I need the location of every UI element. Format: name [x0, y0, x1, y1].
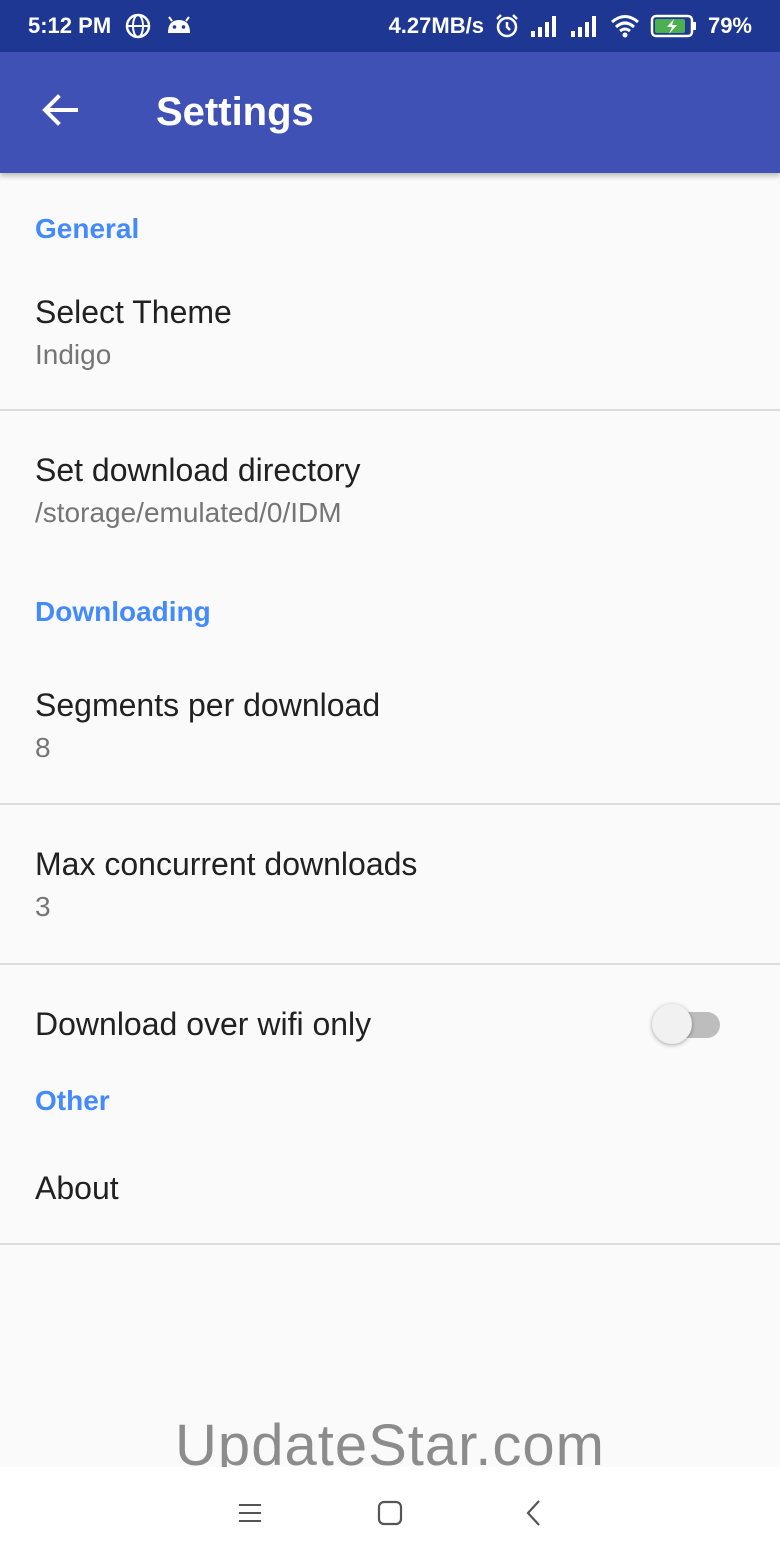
pref-title: Max concurrent downloads [35, 846, 418, 882]
wifi-only-switch[interactable] [652, 1002, 722, 1046]
status-time: 5:12 PM [28, 13, 112, 38]
home-button[interactable] [368, 1493, 412, 1537]
signal-icon [530, 14, 560, 38]
globe-icon [125, 13, 151, 39]
section-header-downloading: Downloading [35, 596, 211, 627]
wifi-icon [610, 14, 640, 38]
back-icon [524, 1499, 544, 1532]
signal-icon [570, 14, 600, 38]
net-speed: 4.27MB/s [388, 13, 484, 38]
home-icon [377, 1500, 403, 1531]
pref-title: About [35, 1170, 119, 1206]
pref-wifi-only[interactable]: Download over wifi only [0, 965, 780, 1085]
battery-charging-icon [650, 13, 698, 39]
section-header-general: General [35, 213, 140, 244]
pref-summary: 3 [35, 891, 51, 922]
pref-title: Segments per download [35, 687, 381, 723]
android-icon [165, 15, 193, 37]
battery-percent: 79% [707, 13, 752, 38]
pref-title: Download over wifi only [35, 1006, 372, 1042]
pref-title: Select Theme [35, 294, 232, 330]
nav-bar [0, 1467, 780, 1560]
pref-summary: Indigo [35, 339, 112, 370]
arrow-back-icon [40, 90, 80, 135]
status-bar: 5:12 PM 4.27MB/s 79% [0, 0, 780, 52]
pref-segments-per-download[interactable]: Segments per download 8 [0, 657, 780, 803]
page-title: Settings [156, 90, 314, 134]
pref-title: Set download directory [35, 452, 361, 488]
switch-thumb [652, 1004, 692, 1044]
app-bar: Settings [0, 52, 780, 173]
settings-list: General Select Theme Indigo Set download… [0, 173, 780, 1245]
menu-icon [237, 1502, 263, 1529]
pref-max-concurrent-downloads[interactable]: Max concurrent downloads 3 [0, 805, 780, 963]
pref-select-theme[interactable]: Select Theme Indigo [0, 261, 780, 409]
pref-download-directory[interactable]: Set download directory /storage/emulated… [0, 411, 780, 569]
back-button[interactable] [0, 52, 120, 173]
nav-back-button[interactable] [512, 1493, 556, 1537]
section-header-other: Other [35, 1085, 110, 1116]
pref-summary: 8 [35, 732, 51, 763]
pref-summary: /storage/emulated/0/IDM [35, 497, 342, 528]
menu-button[interactable] [228, 1493, 272, 1537]
alarm-icon [494, 13, 520, 39]
divider [0, 1243, 780, 1245]
pref-about[interactable]: About [0, 1137, 780, 1243]
